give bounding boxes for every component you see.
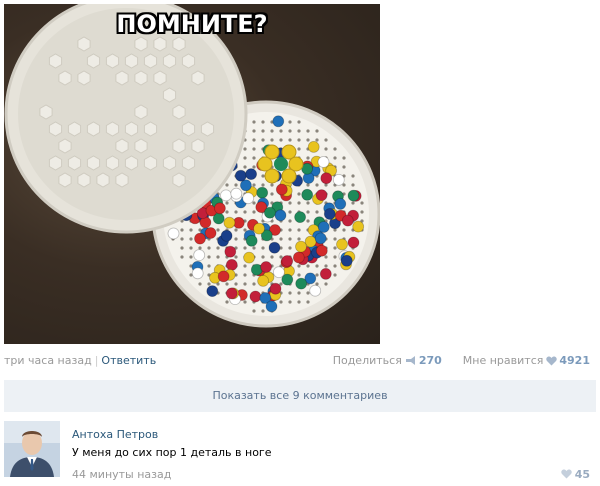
like-button[interactable]: Мне нравится 4921 bbox=[463, 354, 590, 367]
comment-text: У меня до сих пор 1 деталь в ноге bbox=[72, 446, 272, 459]
comment-item: Антоха Петров У меня до сих пор 1 деталь… bbox=[4, 418, 596, 482]
heart-icon bbox=[560, 468, 572, 481]
meta-separator: | bbox=[94, 354, 99, 367]
comment-time[interactable]: 44 минуты назад bbox=[72, 468, 171, 481]
comment-like-button[interactable]: 45 bbox=[560, 468, 590, 481]
comment-author[interactable]: Антоха Петров bbox=[72, 428, 158, 441]
image-caption: ПОМНИТЕ? bbox=[116, 10, 268, 38]
heart-icon bbox=[546, 356, 558, 369]
megaphone-icon bbox=[405, 355, 417, 369]
like-label: Мне нравится bbox=[462, 354, 544, 367]
share-label: Поделиться bbox=[332, 354, 402, 367]
post-time[interactable]: три часа назад bbox=[4, 354, 92, 367]
user-avatar[interactable] bbox=[4, 421, 60, 477]
show-all-comments-button[interactable]: Показать все 9 комментариев bbox=[4, 380, 596, 412]
post-photo[interactable]: ПОМНИТЕ? bbox=[4, 4, 380, 344]
post-meta: три часа назад | Ответить Поделиться 270 Мн… bbox=[4, 352, 596, 370]
reply-link[interactable]: Ответить bbox=[101, 354, 156, 367]
like-count: 4921 bbox=[559, 354, 590, 367]
share-button[interactable]: Поделиться 270 bbox=[333, 354, 442, 367]
share-count: 270 bbox=[418, 354, 442, 367]
comment-like-count: 45 bbox=[574, 468, 590, 481]
mosaic-toy-image bbox=[4, 4, 380, 328]
